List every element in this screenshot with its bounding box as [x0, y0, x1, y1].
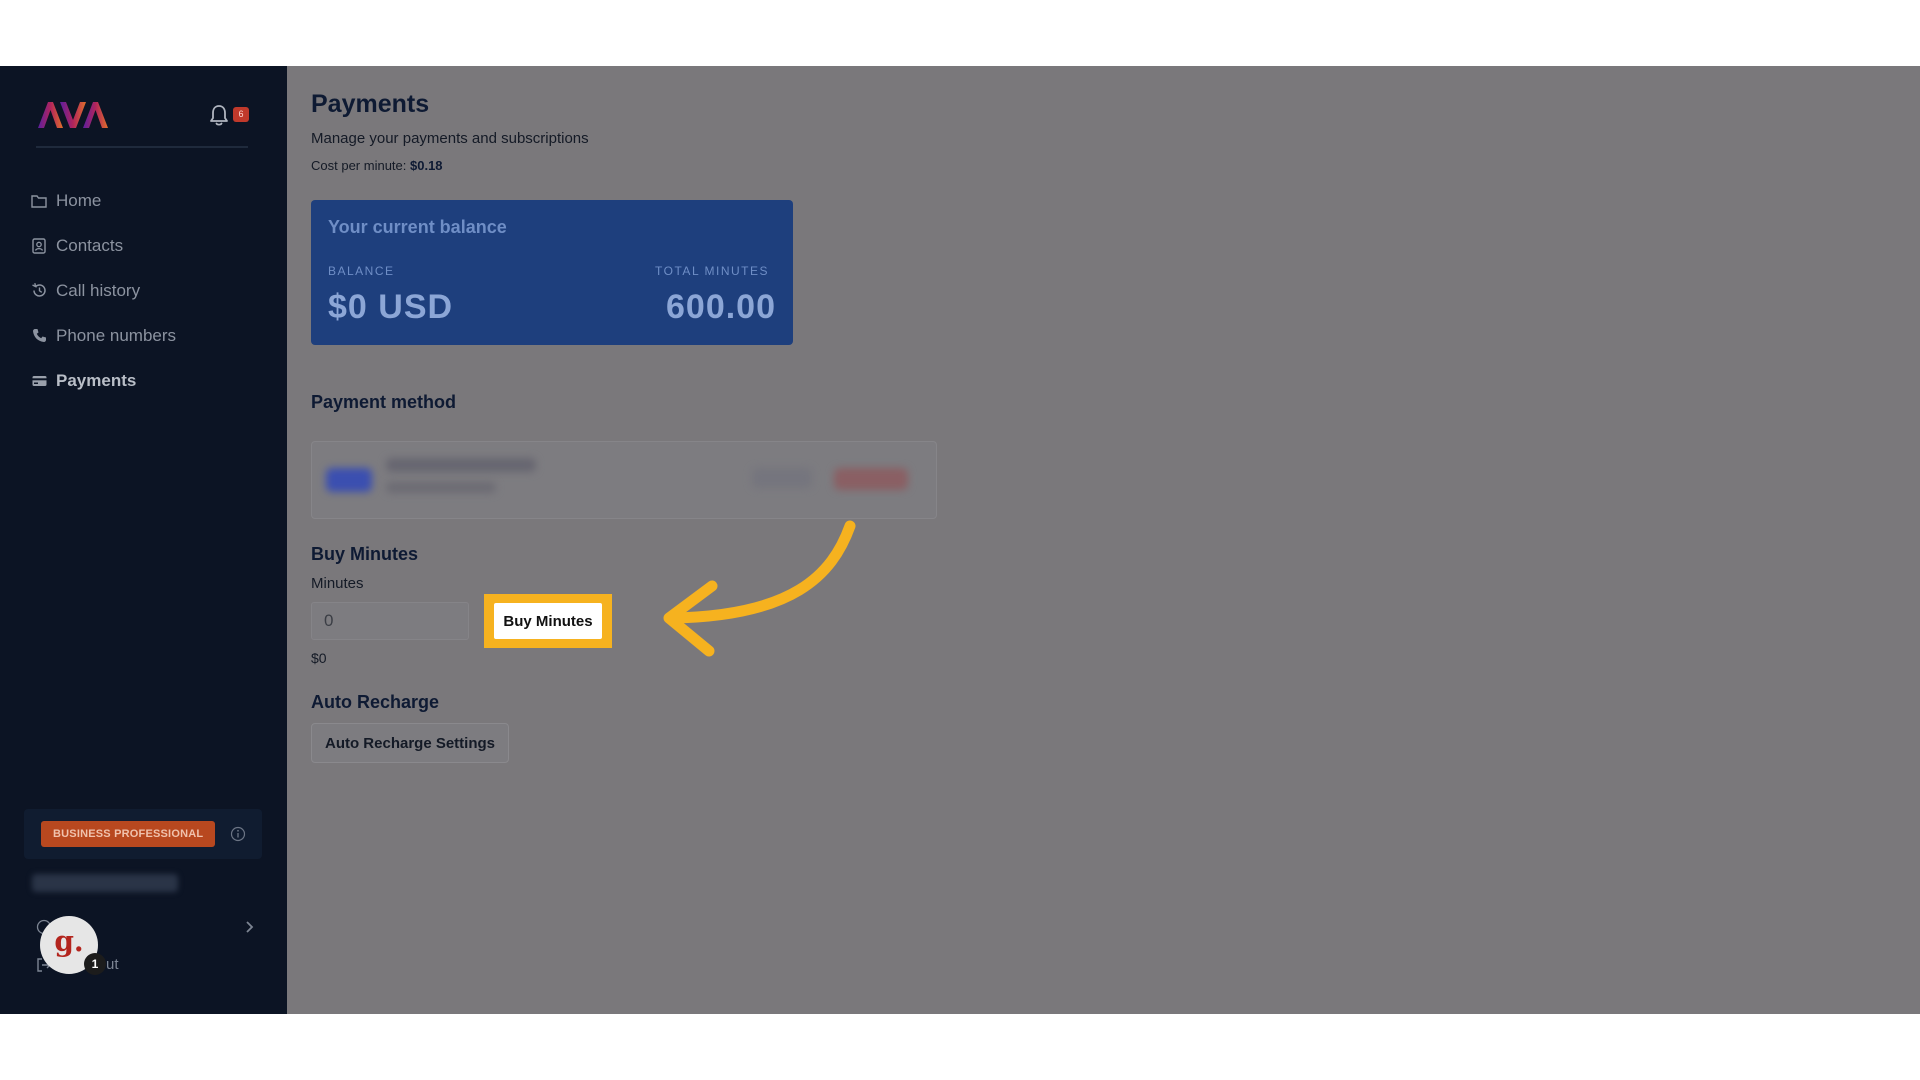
- minutes-field-label: Minutes: [311, 575, 364, 592]
- sidebar-item-label: Call history: [56, 280, 141, 300]
- plan-badge[interactable]: BUSINESS PROFESSIONAL: [41, 821, 216, 847]
- info-icon[interactable]: [230, 826, 246, 842]
- balance-label: BALANCE: [328, 264, 395, 278]
- balance-card-title: Your current balance: [328, 217, 507, 237]
- cost-value: $0.18: [410, 158, 443, 173]
- buy-minutes-heading: Buy Minutes: [311, 544, 419, 564]
- balance-card: Your current balance BALANCE TOTAL MINUT…: [311, 200, 793, 345]
- sidebar-item-payments[interactable]: Payments: [30, 358, 270, 403]
- payment-method-card[interactable]: [311, 441, 937, 519]
- cost-per-minute: Cost per minute: $0.18: [311, 158, 443, 173]
- buy-minutes-button[interactable]: Buy Minutes: [494, 603, 602, 639]
- auto-recharge-settings-button[interactable]: Auto Recharge Settings: [311, 723, 509, 763]
- sidebar: 6 Home Contacts Call history Phone numbe…: [0, 66, 287, 1014]
- chevron-right-icon: [246, 921, 254, 933]
- card-brand-blurred: [326, 468, 372, 492]
- app-frame: 6 Home Contacts Call history Phone numbe…: [0, 66, 1920, 1014]
- phone-icon: [30, 327, 48, 345]
- page-subtitle: Manage your payments and subscriptions: [311, 130, 589, 147]
- credit-card-icon: [30, 372, 48, 390]
- card-number-blurred: [386, 458, 536, 472]
- edit-button-blurred[interactable]: [752, 468, 812, 488]
- logout-label: ut: [106, 956, 119, 973]
- cost-label: Cost per minute:: [311, 158, 407, 173]
- sidebar-divider: [36, 146, 248, 148]
- sidebar-item-phone-numbers[interactable]: Phone numbers: [30, 313, 270, 358]
- sidebar-item-label: Phone numbers: [56, 325, 177, 345]
- sidebar-item-label: Payments: [56, 370, 137, 390]
- pointer-arrow-icon: [663, 520, 856, 657]
- sidebar-nav: Home Contacts Call history Phone numbers: [30, 178, 270, 403]
- page-title: Payments: [311, 90, 430, 118]
- total-minutes-value: 600.00: [666, 288, 776, 326]
- history-icon: [30, 282, 48, 300]
- total-minutes-label: TOTAL MINUTES: [655, 264, 769, 278]
- card-expiry-blurred: [386, 482, 496, 493]
- plan-panel: BUSINESS PROFESSIONAL: [24, 809, 262, 859]
- main-content: Payments Manage your payments and subscr…: [287, 66, 1920, 1014]
- avatar-count-badge: 1: [84, 953, 106, 975]
- sidebar-item-home[interactable]: Home: [30, 178, 270, 223]
- payment-method-heading: Payment method: [311, 392, 457, 412]
- notification-count-badge: 6: [233, 107, 249, 122]
- folder-icon: [30, 192, 48, 210]
- ava-logo[interactable]: [36, 100, 110, 130]
- sidebar-item-call-history[interactable]: Call history: [30, 268, 270, 313]
- minutes-input[interactable]: [311, 602, 469, 640]
- balance-value: $0 USD: [328, 288, 454, 326]
- sidebar-item-contacts[interactable]: Contacts: [30, 223, 270, 268]
- sidebar-item-label: Contacts: [56, 235, 124, 255]
- remove-button-blurred[interactable]: [834, 468, 908, 490]
- sidebar-item-label: Home: [56, 190, 102, 210]
- blurred-account-email: [32, 874, 178, 892]
- bell-icon[interactable]: [208, 103, 230, 127]
- auto-recharge-heading: Auto Recharge: [311, 692, 440, 712]
- contact-card-icon: [30, 237, 48, 255]
- minutes-price: $0: [311, 650, 327, 666]
